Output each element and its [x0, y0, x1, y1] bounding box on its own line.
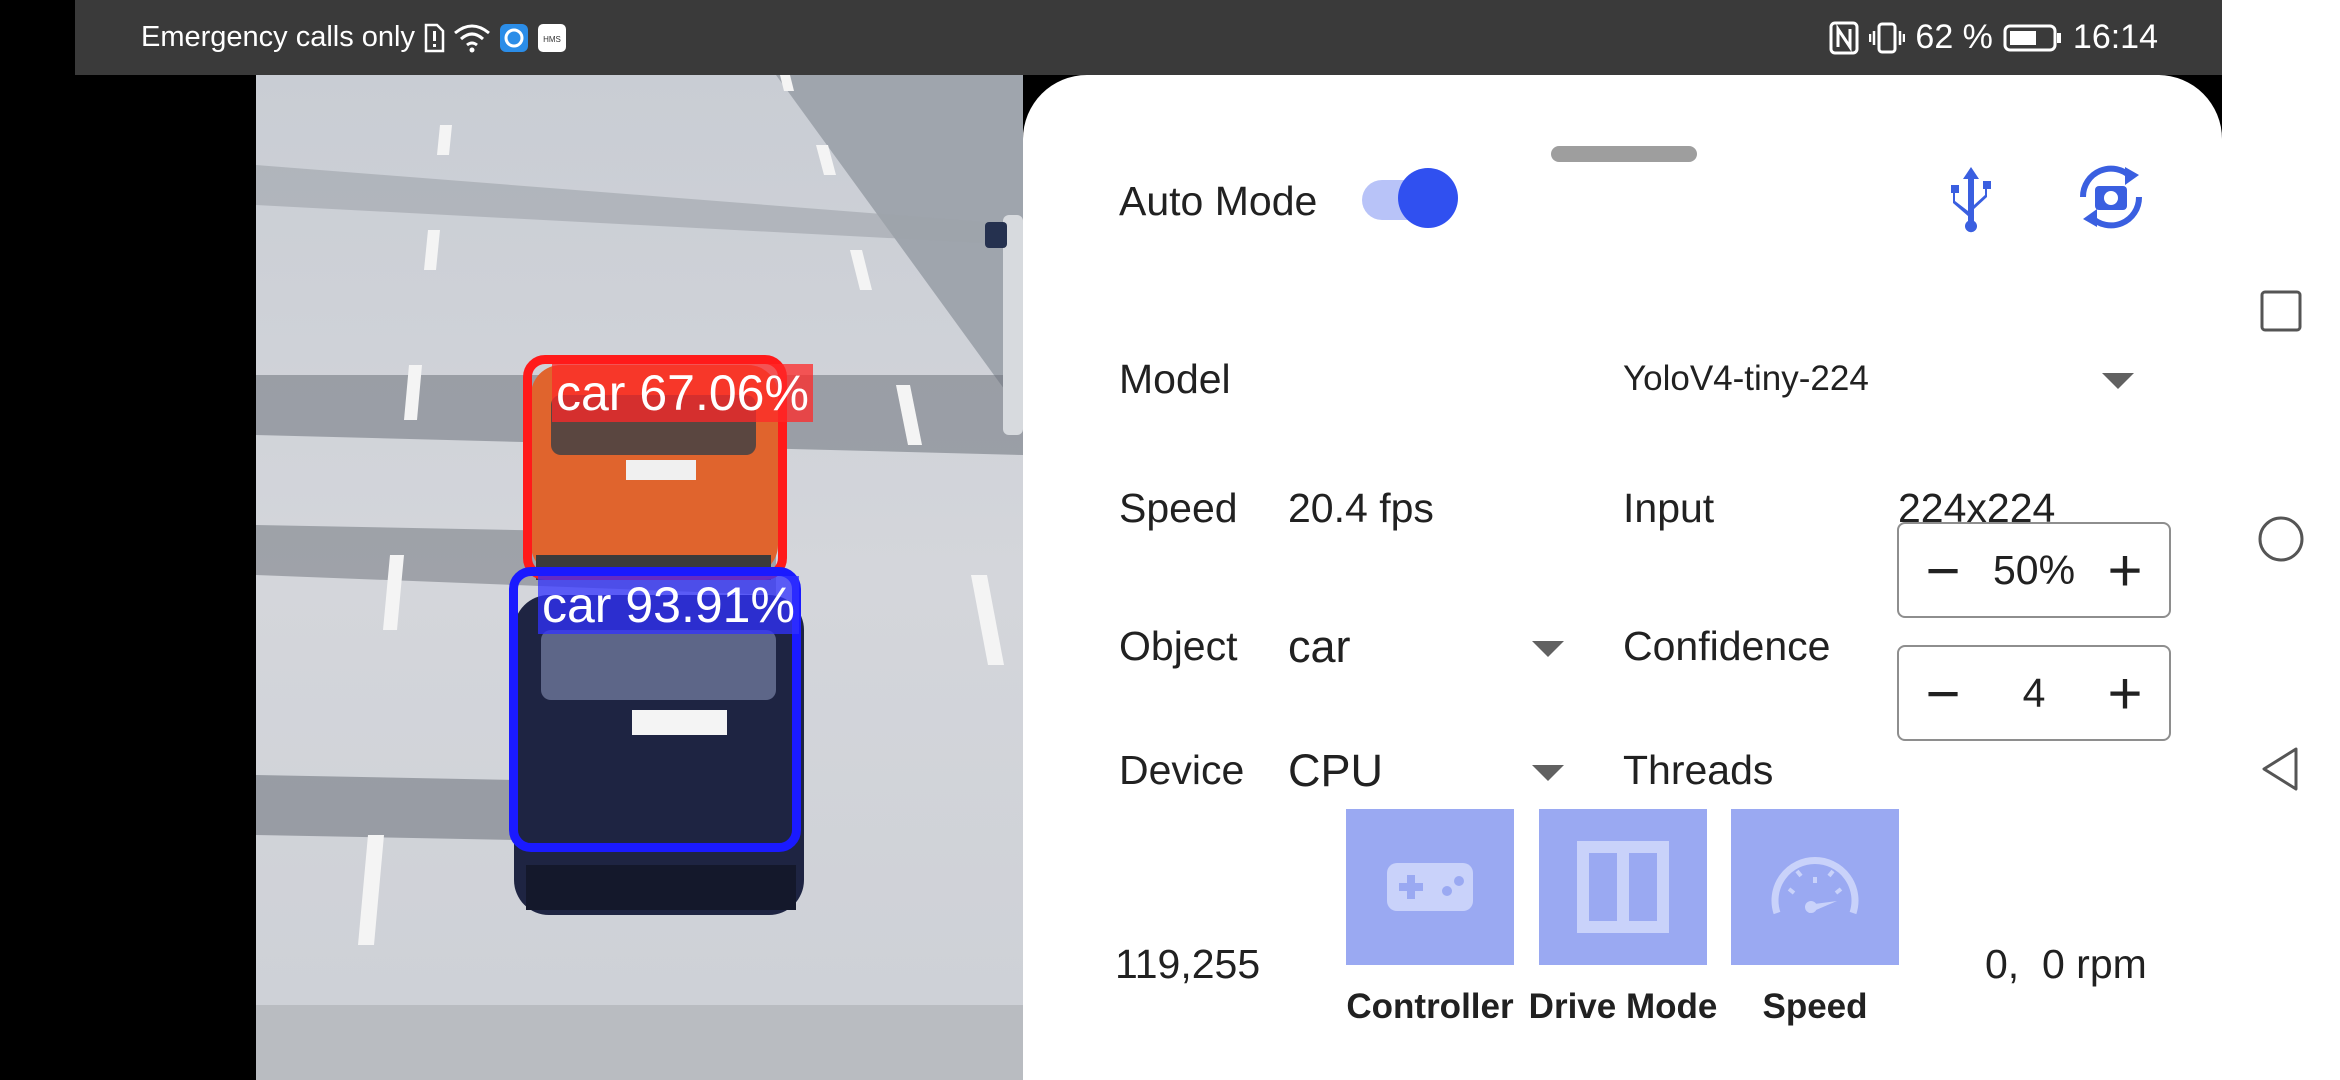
- recent-apps-icon[interactable]: [2256, 286, 2306, 336]
- controller-caption: Controller: [1346, 987, 1514, 1026]
- model-value: YoloV4-tiny-224: [1623, 359, 1869, 398]
- wifi-icon: [453, 23, 491, 53]
- drag-handle[interactable]: [1551, 146, 1697, 162]
- hms-icon: HMS: [537, 23, 567, 53]
- object-select[interactable]: car: [1288, 605, 1598, 690]
- object-label: Object: [1119, 623, 1238, 669]
- drive-mode-button[interactable]: [1539, 809, 1707, 965]
- back-icon[interactable]: [2256, 744, 2306, 794]
- detection-box-2: car 93.91%: [509, 567, 801, 852]
- confidence-increase-button[interactable]: +: [2085, 524, 2165, 616]
- usb-icon[interactable]: [1941, 163, 2001, 233]
- speed-button[interactable]: [1731, 809, 1899, 965]
- confidence-decrease-button[interactable]: −: [1903, 524, 1983, 616]
- threads-value: 4: [2022, 669, 2046, 716]
- system-nav-bar: [2222, 0, 2340, 1080]
- speed-value: 20.4 fps: [1288, 485, 1434, 531]
- device-label: Device: [1119, 747, 1245, 793]
- network-status-text: Emergency calls only: [141, 21, 415, 53]
- auto-mode-label: Auto Mode: [1119, 178, 1318, 224]
- speed-caption: Speed: [1762, 987, 1868, 1026]
- hms-label: HMS: [543, 35, 561, 44]
- speedometer-icon: [1771, 857, 1859, 915]
- object-dropdown-caret-icon: [1532, 641, 1564, 657]
- model-label: Model: [1119, 356, 1231, 402]
- app-notification-icon: [499, 23, 529, 53]
- confidence-stepper: − 50% +: [1897, 522, 2171, 618]
- confidence-label: Confidence: [1623, 623, 1831, 669]
- speed-label: Speed: [1119, 485, 1238, 531]
- rpm-readout: 0, 0 rpm: [1985, 941, 2147, 987]
- status-bar: Emergency calls only HMS 62 % 16:14: [75, 0, 2222, 75]
- model-select[interactable]: YoloV4-tiny-224: [1623, 343, 2203, 418]
- auto-mode-toggle[interactable]: [1358, 168, 1458, 228]
- vibrate-icon: [1869, 21, 1906, 55]
- threads-decrease-button[interactable]: −: [1903, 647, 1983, 739]
- device-dropdown-caret-icon: [1532, 765, 1564, 781]
- detection-label-1: car 67.06%: [552, 364, 813, 422]
- confidence-value: 50%: [1992, 546, 2076, 593]
- control-coordinates: 119,255: [1115, 941, 1261, 987]
- nfc-icon: [1829, 21, 1859, 55]
- switch-camera-icon[interactable]: [2073, 159, 2149, 235]
- status-right: 62 % 16:14: [1829, 0, 2158, 75]
- battery-percent: 62 %: [1915, 18, 1993, 56]
- input-label: Input: [1623, 485, 1715, 531]
- threads-label: Threads: [1623, 747, 1774, 793]
- camera-preview[interactable]: car 67.06% car 93.91%: [256, 75, 1023, 1080]
- device-select[interactable]: CPU: [1288, 729, 1598, 814]
- settings-bottom-sheet: Auto Mode Model YoloV4-tiny-224 Speed 20…: [1023, 75, 2222, 1080]
- model-dropdown-caret-icon: [2102, 373, 2134, 389]
- drive-mode-caption: Drive Mode: [1528, 987, 1718, 1026]
- detection-label-2: car 93.91%: [538, 576, 799, 634]
- detection-box-1: car 67.06%: [523, 355, 813, 580]
- home-icon[interactable]: [2256, 514, 2306, 564]
- object-value: car: [1288, 621, 1351, 672]
- gamepad-icon: [1387, 863, 1473, 911]
- clock: 16:14: [2072, 18, 2158, 56]
- device-value: CPU: [1288, 745, 1384, 796]
- status-left: Emergency calls only HMS: [141, 0, 567, 75]
- drive-mode-icon: [1577, 841, 1669, 933]
- controller-button[interactable]: [1346, 809, 1514, 965]
- battery-icon: [2003, 23, 2063, 53]
- threads-increase-button[interactable]: +: [2085, 647, 2165, 739]
- toggle-knob: [1398, 168, 1458, 228]
- sim-alert-icon: [423, 23, 445, 53]
- threads-stepper: − 4 +: [1897, 645, 2171, 741]
